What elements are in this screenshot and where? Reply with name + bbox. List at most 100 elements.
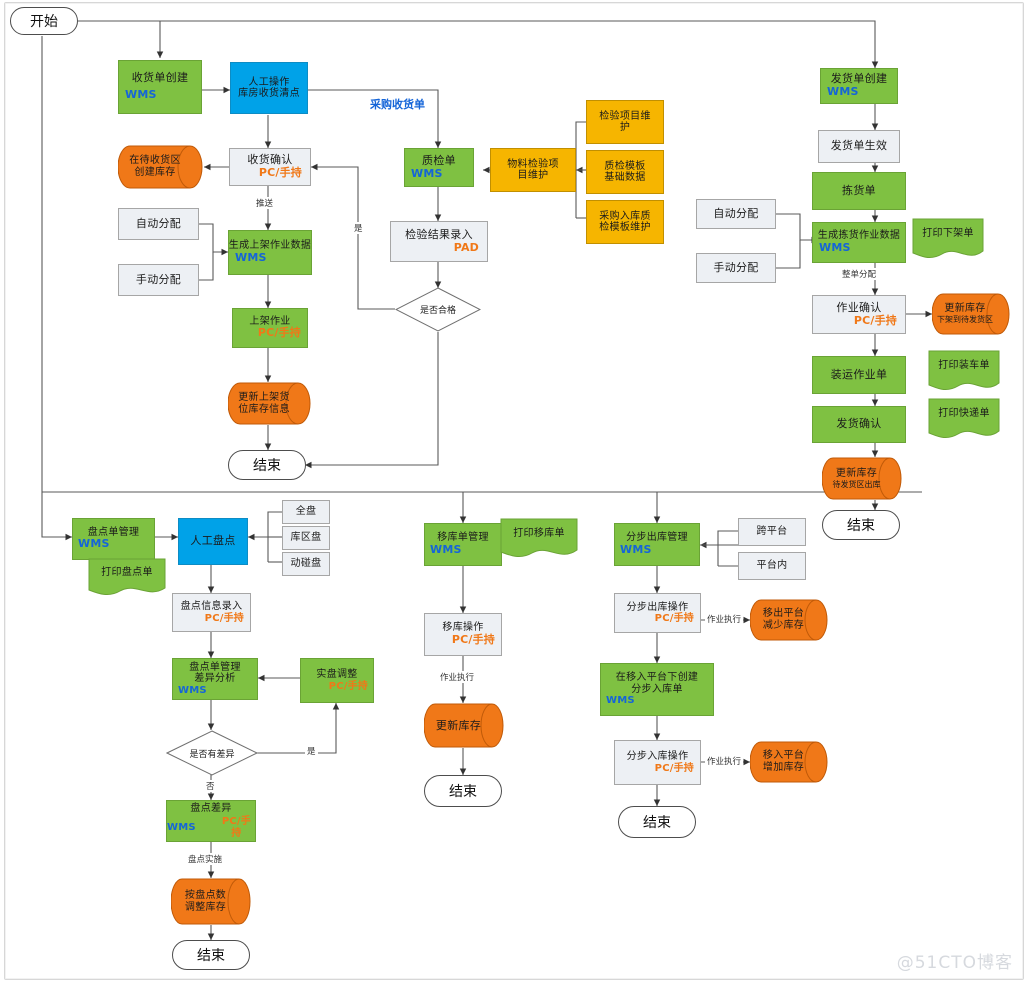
node-label: 发货单生效	[830, 139, 888, 153]
node-stepwise-out-management: 分步出库管理 WMS	[614, 523, 700, 566]
node-label: 打印盘点单	[101, 566, 153, 578]
node-label-line2: 检模板维护	[599, 222, 651, 233]
node-label-line1: 盘点单管理	[189, 661, 241, 673]
node-decision-has-difference: 是否有差异	[166, 730, 258, 776]
node-adjust-stock-by-count: 按盘点数 调整库存	[171, 878, 251, 925]
tag-pad: PAD	[453, 240, 479, 254]
node-create-stock-pending-area: 在待收货区 创建库存	[118, 145, 204, 189]
node-label: 打印装车单	[938, 360, 990, 372]
node-label-line1: 更新库存	[944, 303, 986, 315]
node-qc-template-base-data: 质检模板 基础数据	[586, 150, 664, 194]
node-qc-order: 质检单 WMS	[404, 148, 474, 187]
node-move-in-add-stock: 移入平台 增加库存	[750, 741, 828, 783]
node-receipt-create: 收货单创建 WMS	[118, 60, 202, 114]
node-label-line2: 减少库存	[762, 620, 805, 631]
tag-wms: WMS	[167, 822, 196, 833]
node-manual-count: 人工盘点	[178, 518, 248, 565]
terminator-end-counting: 结束	[172, 940, 250, 970]
node-ship-order-effective: 发货单生效	[818, 130, 900, 163]
terminator-start-label: 开始	[30, 14, 58, 30]
node-label: 跨平台	[756, 526, 788, 538]
node-label-line1: 按盘点数	[184, 889, 227, 901]
node-label-line2: 调整库存	[184, 901, 227, 913]
node-count-info-entry: 盘点信息录入 PC/手持	[172, 593, 251, 632]
node-count-difference: 盘点差异 WMS PC/手持	[166, 800, 256, 842]
node-print-loading-list: 打印装车单	[928, 350, 1000, 394]
node-label-line1: 物料检验项	[507, 158, 559, 170]
node-label-line2: 增加库存	[762, 762, 805, 773]
node-update-putaway-stock: 更新上架货 位库存信息	[228, 382, 312, 425]
node-label-line1: 移入平台	[762, 750, 805, 761]
node-dynamic-count: 动碰盘	[282, 552, 330, 576]
node-job-confirm: 作业确认 PC/手持	[812, 295, 906, 334]
edge-label-purchase-receipt: 采购收货单	[370, 98, 425, 111]
node-pick-order: 拣货单	[812, 172, 906, 210]
node-print-pick-list: 打印下架单	[912, 218, 984, 262]
node-label: 质检单	[422, 153, 456, 167]
node-create-stepwise-in-order: 在移入平台下创建 分步入库单 WMS	[600, 663, 714, 716]
node-putaway-job: 上架作业 PC/手持	[232, 308, 308, 348]
node-move-order-management: 移库单管理 WMS	[424, 523, 502, 566]
tag-wms: WMS	[819, 240, 851, 254]
edge-label-diff-yes: 是	[305, 745, 318, 757]
tag-wms: WMS	[411, 166, 443, 180]
node-label-line1: 人工操作	[248, 76, 290, 88]
edge-label-push: 推送	[254, 197, 276, 209]
node-inspect-item-maintenance: 检验项目维 护	[586, 100, 664, 144]
tag-pc: PC/手持	[204, 612, 244, 624]
node-label: 打印下架单	[922, 228, 974, 240]
node-auto-assign-outbound: 自动分配	[696, 199, 776, 229]
terminator-label: 结束	[197, 948, 225, 964]
node-label-line2: 库房收货清点	[238, 88, 300, 99]
edge-label-diff-no: 否	[204, 780, 217, 792]
tag-pc: PC/手持	[853, 313, 897, 327]
node-label: 收货单创建	[131, 71, 189, 85]
node-decision-qualified: 是否合格	[395, 287, 481, 332]
tag-wms: WMS	[606, 695, 635, 707]
terminator-label: 结束	[847, 518, 875, 534]
node-in-platform: 平台内	[738, 552, 806, 580]
node-label-line2: 下架到待发货区	[937, 315, 993, 325]
node-label: 是否有差异	[189, 749, 235, 760]
terminator-end-stepwise: 结束	[618, 806, 696, 838]
node-full-count: 全盘	[282, 500, 330, 524]
node-manual-assign-inbound: 手动分配	[118, 264, 199, 296]
node-load-job-order: 装运作业单	[812, 356, 906, 394]
node-stepwise-in-operation: 分步入库操作 PC/手持	[614, 740, 701, 785]
tag-wms: WMS	[178, 684, 207, 696]
node-print-express-list: 打印快递单	[928, 398, 1000, 442]
node-generate-pick-data: 生成拣货作业数据 WMS	[812, 222, 906, 263]
flowchart-canvas: 开始 收货单创建 WMS 人工操作 库房收货清点 收货确认 PC/手持 在待收货…	[0, 0, 1029, 987]
node-label: 手动分配	[135, 272, 182, 286]
terminator-end-inbound: 结束	[228, 450, 306, 480]
terminator-end-moving: 结束	[424, 775, 502, 807]
tag-wms: WMS	[620, 542, 652, 556]
node-auto-assign-inbound: 自动分配	[118, 208, 199, 240]
terminator-label: 结束	[449, 784, 477, 800]
node-label: 检验结果录入	[405, 227, 473, 241]
node-label-line1: 更新上架货	[238, 391, 290, 403]
terminator-label: 结束	[643, 815, 671, 831]
node-zone-count: 库区盘	[282, 526, 330, 550]
node-ship-confirm: 发货确认	[812, 406, 906, 443]
node-label-line1: 质检模板	[604, 160, 646, 172]
node-update-stock-to-ship-area: 更新库存 下架到待发货区	[932, 293, 1010, 335]
node-label-line1: 在移入平台下创建	[615, 672, 699, 684]
tag-wms: WMS	[78, 537, 110, 551]
edge-label-job-execute-out: 作业执行	[705, 613, 744, 625]
node-move-out-reduce-stock: 移出平台 减少库存	[750, 599, 828, 641]
node-label: 盘点信息录入	[180, 601, 243, 612]
node-label-line2: 目维护	[517, 170, 549, 181]
watermark: @51CTO博客	[896, 953, 1013, 973]
node-label: 拣货单	[842, 183, 876, 197]
node-label: 打印快递单	[938, 408, 990, 420]
node-label-line1: 在待收货区	[129, 155, 181, 166]
edge-label-job-execute-in: 作业执行	[705, 755, 744, 767]
node-label: 分步入库操作	[626, 751, 689, 762]
node-label-line2: 位库存信息	[238, 403, 290, 415]
node-label-line1: 检验项目维	[599, 110, 651, 122]
node-label-line2: 创建库存	[134, 167, 176, 178]
node-label-line2: 待发货区出库	[832, 479, 881, 489]
node-manual-operation: 人工操作 库房收货清点	[230, 62, 308, 114]
tag-pc: PC/手持	[654, 613, 694, 624]
